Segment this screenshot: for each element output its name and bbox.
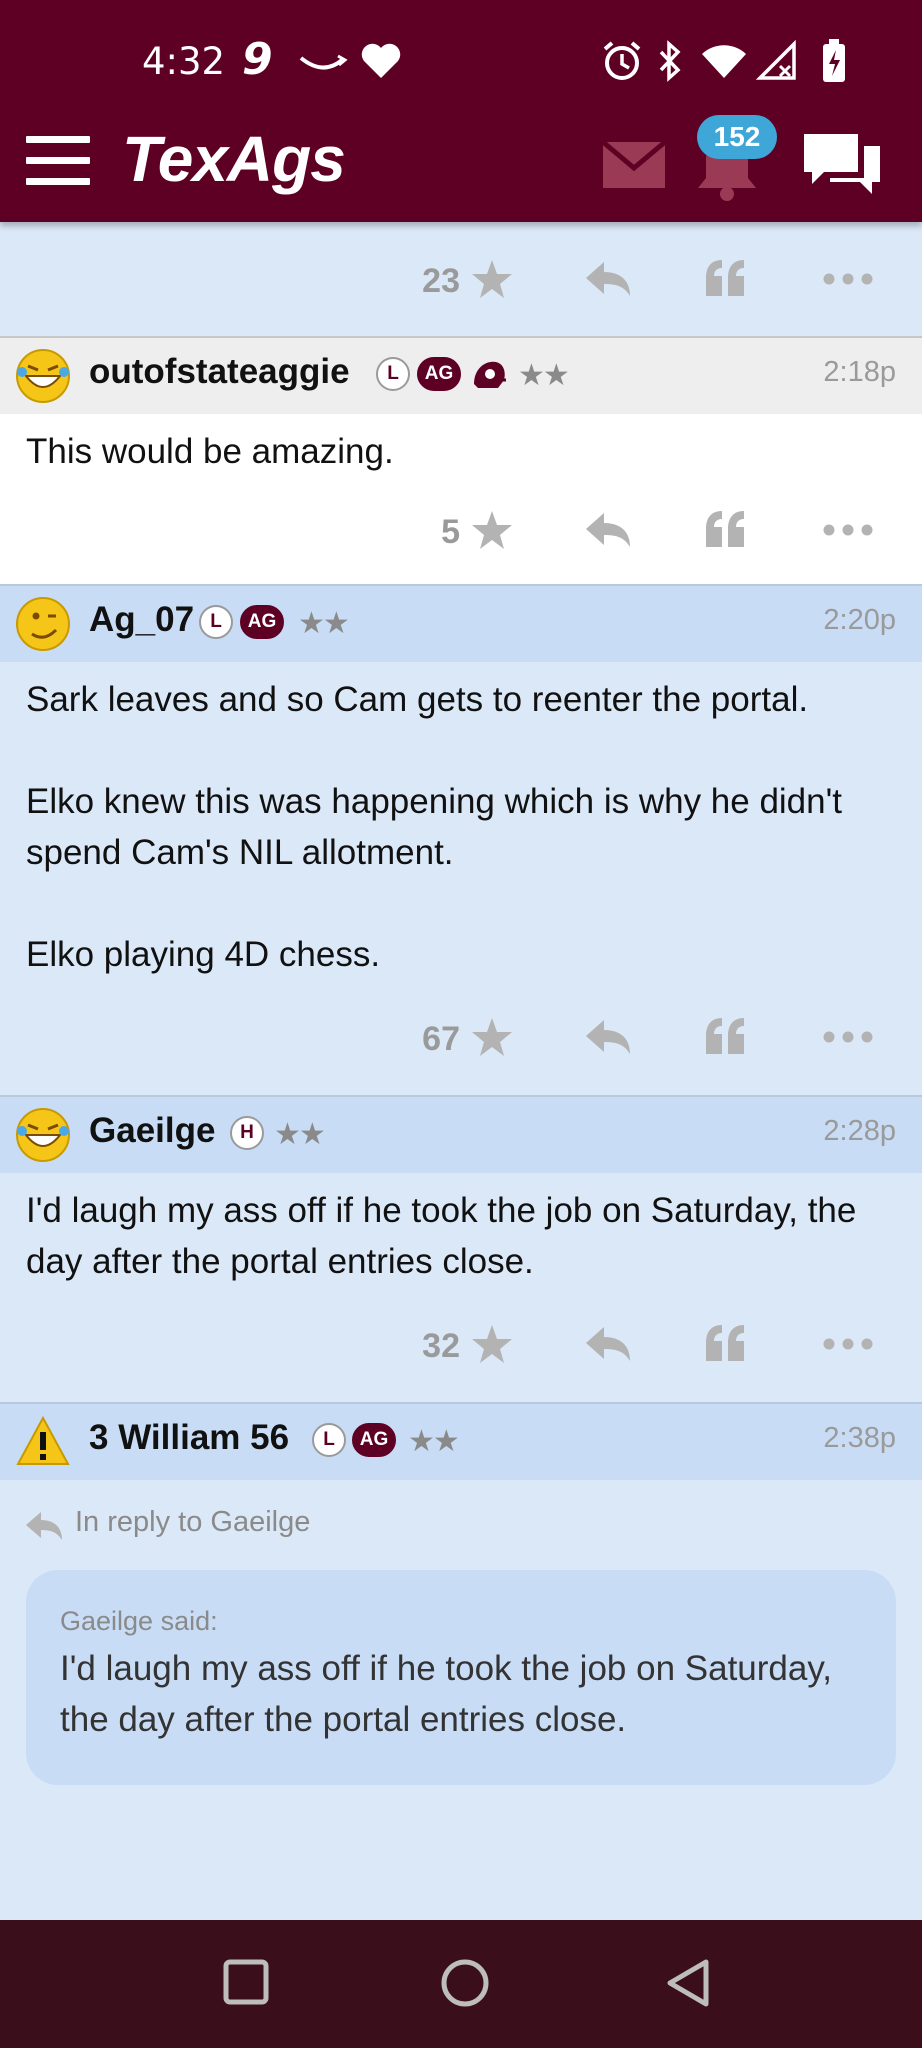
username[interactable]: Gaeilge [89, 1111, 215, 1151]
battery-charging-icon [823, 39, 845, 82]
quote-icon[interactable] [704, 509, 746, 549]
star-icon[interactable] [470, 1016, 514, 1058]
post: 3 William 56 L AG ★★ 2:38p In reply to G… [0, 1402, 922, 1785]
post-header: 3 William 56 L AG ★★ 2:38p [0, 1404, 922, 1480]
post-body: Sark leaves and so Cam gets to reenter t… [0, 662, 922, 980]
warning-avatar[interactable] [14, 1412, 72, 1470]
quote-icon[interactable] [704, 258, 746, 298]
quote-text: I'd laugh my ass off if he took the job … [60, 1649, 832, 1739]
star-count: 23 [422, 262, 460, 300]
reply-to-link[interactable]: In reply to Gaeilge [0, 1480, 922, 1570]
star-rating: ★★ [298, 607, 350, 640]
avatar[interactable] [14, 1105, 72, 1163]
post-time: 2:38p [823, 1422, 896, 1454]
post-body: This would be amazing. [0, 414, 922, 477]
post-text: Elko playing 4D chess. [26, 935, 381, 974]
alarm-icon [603, 41, 641, 80]
reply-icon[interactable] [584, 260, 632, 298]
post: outofstateaggie L AG ★★ 2:18p This would… [0, 336, 922, 584]
post-actions: 67 [0, 980, 922, 1095]
star-rating: ★★ [274, 1118, 326, 1151]
quote-author[interactable]: Gaeilge said: [60, 1606, 862, 1637]
signal-off-icon [756, 40, 796, 80]
star-icon[interactable] [470, 258, 514, 300]
recents-button[interactable] [222, 1958, 270, 2006]
post-header: outofstateaggie L AG ★★ 2:18p [0, 338, 922, 414]
mail-icon[interactable] [601, 140, 667, 190]
reply-icon[interactable] [584, 511, 632, 549]
home-button[interactable] [440, 1958, 490, 2008]
star-count: 32 [422, 1327, 460, 1365]
status-time: 4:32 [142, 40, 226, 83]
texags-logo[interactable]: TexAgs [122, 122, 346, 196]
star-icon[interactable] [470, 509, 514, 551]
notification-badge[interactable]: 152 [697, 115, 777, 159]
badge-ag: AG [417, 357, 461, 391]
post: Gaeilge H ★★ 2:28p I'd laugh my ass off … [0, 1095, 922, 1402]
post-feed: 23 outofstateaggie L AG ★★ 2:18p This wo… [0, 222, 922, 1785]
post-time: 2:28p [823, 1115, 896, 1147]
star-rating: ★★ [518, 359, 570, 392]
star-icon[interactable] [470, 1323, 514, 1365]
post-text: This would be amazing. [26, 432, 394, 471]
username[interactable]: outofstateaggie [89, 352, 350, 392]
previous-post: 23 [0, 222, 922, 336]
back-button[interactable] [664, 1958, 712, 2008]
post: Ag_07 L AG ★★ 2:20p Sark leaves and so C… [0, 584, 922, 1095]
more-icon[interactable] [822, 1030, 874, 1044]
badge-l: L [199, 605, 233, 639]
post-text: Elko knew this was happening which is wh… [26, 782, 843, 872]
avatar[interactable] [14, 346, 72, 404]
badge-l: L [312, 1423, 346, 1457]
post-actions: 5 [0, 477, 922, 584]
reply-icon[interactable] [584, 1018, 632, 1056]
nav-bar: TexAgs [0, 122, 922, 222]
bluetooth-icon [659, 40, 681, 82]
menu-icon[interactable] [26, 136, 90, 186]
app-header: 4:32 9 TexAgs [0, 0, 922, 222]
post-text: Sark leaves and so Cam gets to reenter t… [26, 680, 809, 719]
avatar[interactable] [14, 594, 72, 652]
system-nav-bar [0, 1920, 922, 2048]
username[interactable]: Ag_07 [89, 600, 194, 640]
post-time: 2:20p [823, 604, 896, 636]
post-header: Gaeilge H ★★ 2:28p [0, 1097, 922, 1173]
star-count: 5 [441, 513, 460, 551]
more-icon[interactable] [822, 1337, 874, 1351]
post-actions: 32 [0, 1287, 922, 1402]
quote-icon[interactable] [704, 1016, 746, 1056]
badge-h: H [230, 1116, 264, 1150]
username[interactable]: 3 William 56 [89, 1418, 289, 1458]
reply-icon[interactable] [584, 1325, 632, 1363]
reply-to-text: In reply to Gaeilge [75, 1506, 311, 1538]
badge-ag: AG [240, 605, 284, 639]
quote-icon[interactable] [704, 1323, 746, 1363]
wifi-icon [702, 45, 746, 78]
quote-block: Gaeilge said: I'd laugh my ass off if he… [26, 1570, 896, 1785]
status-bar: 4:32 9 [0, 0, 922, 122]
badge-ag: AG [352, 1423, 396, 1457]
post-text: I'd laugh my ass off if he took the job … [26, 1191, 857, 1281]
more-icon[interactable] [822, 523, 874, 537]
post-body: I'd laugh my ass off if he took the job … [0, 1173, 922, 1287]
chat-icon[interactable] [800, 128, 884, 200]
star-count: 67 [422, 1020, 460, 1058]
post-header: Ag_07 L AG ★★ 2:20p [0, 586, 922, 662]
post-actions: 23 [0, 222, 922, 336]
post-time: 2:18p [823, 356, 896, 388]
carrier-glyph: 9 [242, 34, 273, 85]
heart-icon [361, 43, 401, 78]
more-icon[interactable] [822, 272, 874, 286]
star-rating: ★★ [408, 1425, 460, 1458]
reply-icon [26, 1512, 62, 1540]
badge-l: L [376, 357, 410, 391]
helmet-icon [474, 361, 506, 388]
amazon-smile-icon [299, 54, 348, 70]
